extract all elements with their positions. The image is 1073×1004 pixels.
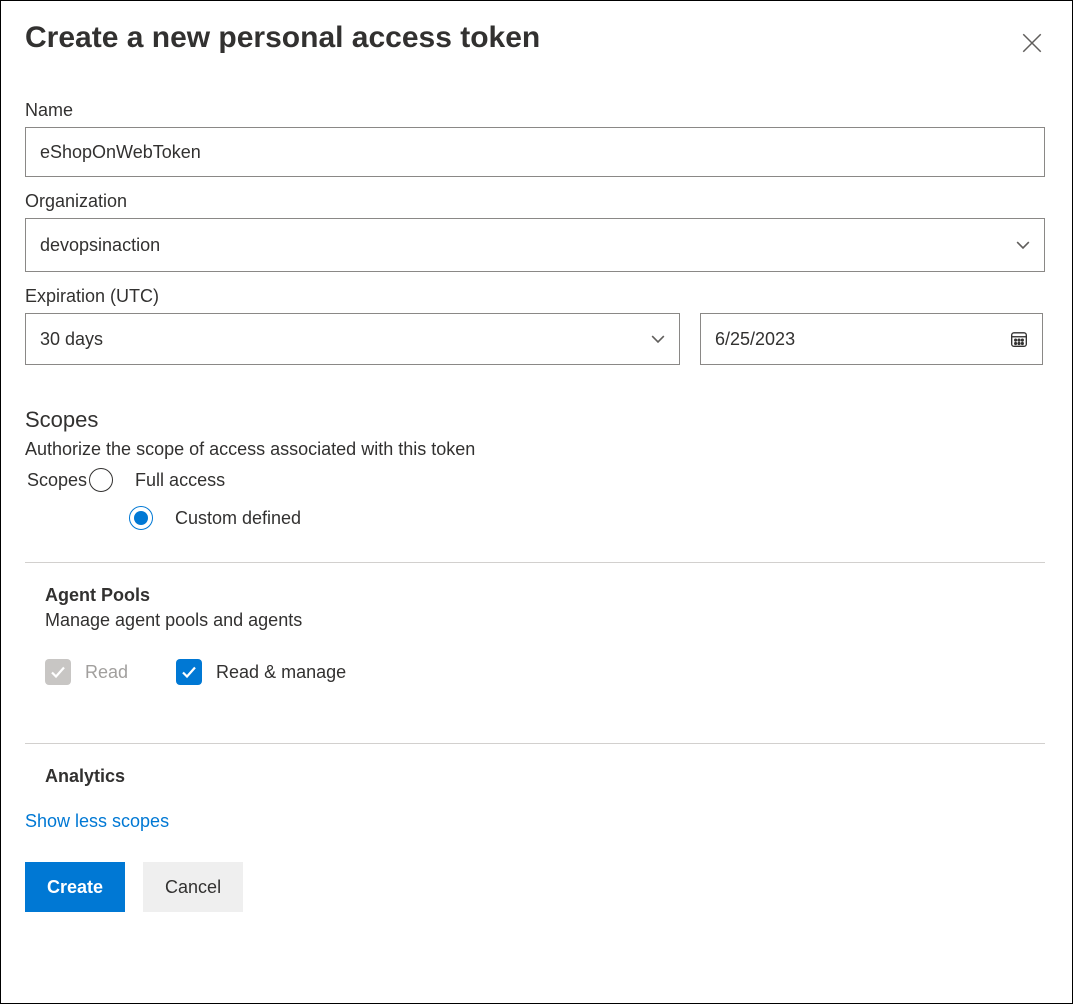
name-label: Name xyxy=(25,100,1048,121)
create-button[interactable]: Create xyxy=(25,862,125,912)
organization-value: devopsinaction xyxy=(40,235,160,256)
checkbox-agent-pools-read-manage[interactable] xyxy=(176,659,202,685)
chevron-down-icon xyxy=(1016,238,1030,252)
close-button[interactable] xyxy=(1016,27,1048,62)
calendar-icon xyxy=(1010,330,1028,348)
close-icon xyxy=(1022,33,1042,53)
check-icon xyxy=(50,664,66,680)
check-icon xyxy=(181,664,197,680)
radio-custom-defined-label: Custom defined xyxy=(175,508,301,529)
chevron-down-icon xyxy=(651,332,665,346)
radio-full-access-label: Full access xyxy=(135,470,225,491)
expiration-label: Expiration (UTC) xyxy=(25,286,1048,307)
analytics-heading: Analytics xyxy=(45,766,1048,787)
expiration-duration-value: 30 days xyxy=(40,329,103,350)
agent-pools-read-label: Read xyxy=(85,662,128,683)
radio-custom-defined[interactable] xyxy=(129,506,153,530)
expiration-duration-select[interactable]: 30 days xyxy=(25,313,680,365)
agent-pools-read-manage-label: Read & manage xyxy=(216,662,346,683)
checkbox-agent-pools-read xyxy=(45,659,71,685)
radio-full-access[interactable] xyxy=(89,468,113,492)
toggle-scopes-link[interactable]: Show less scopes xyxy=(25,811,169,832)
scopes-description: Authorize the scope of access associated… xyxy=(25,439,1048,460)
agent-pools-heading: Agent Pools xyxy=(45,585,1048,606)
scopes-radio-label: Scopes xyxy=(27,470,87,491)
expiration-date-picker[interactable]: 6/25/2023 xyxy=(700,313,1043,365)
dialog-title: Create a new personal access token xyxy=(25,21,540,55)
organization-label: Organization xyxy=(25,191,1048,212)
name-input[interactable] xyxy=(25,127,1045,177)
expiration-date-value: 6/25/2023 xyxy=(715,329,795,350)
agent-pools-subtitle: Manage agent pools and agents xyxy=(45,610,1048,631)
organization-select[interactable]: devopsinaction xyxy=(25,218,1045,272)
cancel-button[interactable]: Cancel xyxy=(143,862,243,912)
scopes-heading: Scopes xyxy=(25,407,1048,433)
